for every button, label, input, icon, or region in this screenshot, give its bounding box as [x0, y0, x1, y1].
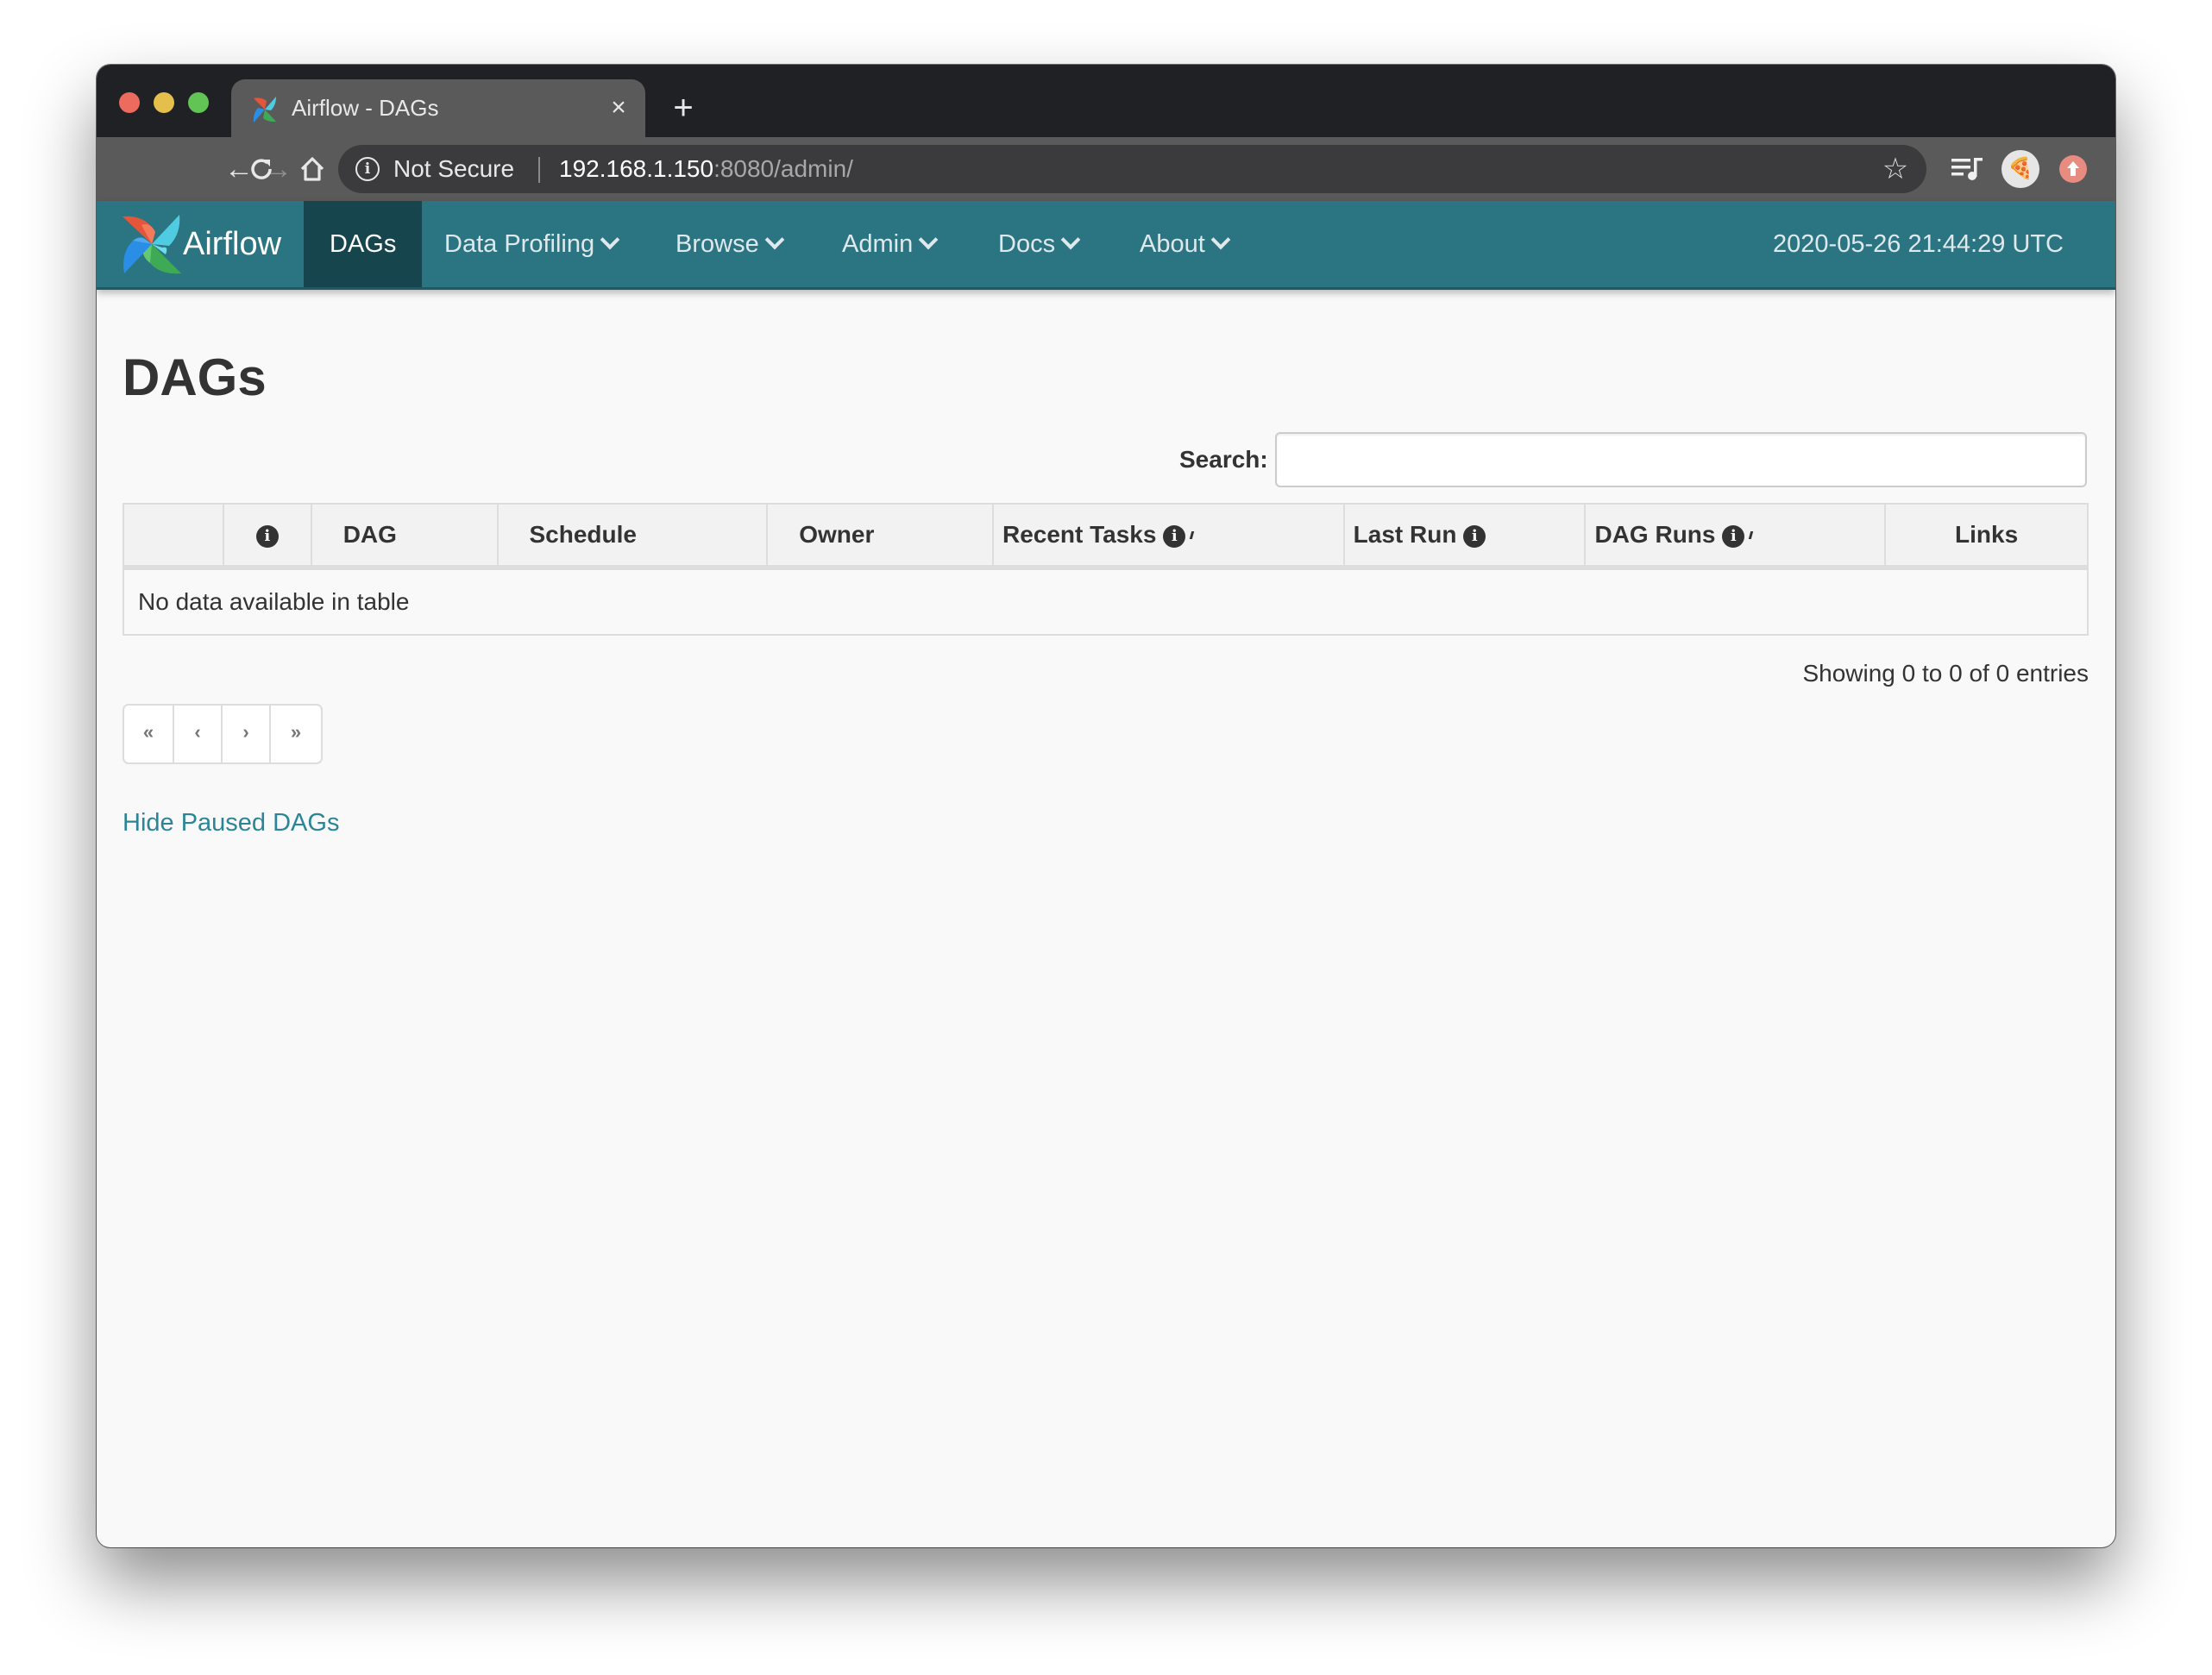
nav-dags[interactable]: DAGs [304, 201, 423, 287]
browser-tab-airflow-dags[interactable]: Airflow - DAGs × [231, 79, 645, 137]
nav-data-profiling-label: Data Profiling [444, 230, 595, 258]
table-header-row: i DAG Schedule Owner Recent Tasks i Last… [123, 503, 2089, 570]
airflow-navbar: Airflow DAGs Data Profiling Browse Admin… [97, 201, 2115, 290]
dags-table: i DAG Schedule Owner Recent Tasks i Last… [123, 503, 2089, 636]
table-summary: Showing 0 to 0 of 0 entries [1802, 660, 2089, 687]
column-header-dag-runs[interactable]: DAG Runs i [1584, 503, 1887, 570]
tab-title: Airflow - DAGs [292, 95, 439, 121]
column-header-toggle[interactable] [123, 503, 224, 570]
profile-avatar[interactable]: 🍕 [2001, 150, 2039, 188]
server-time: 2020-05-26 21:44:29 UTC [1773, 230, 2064, 258]
chevron-down-icon [1060, 229, 1081, 250]
info-icon[interactable]: i [1163, 525, 1186, 548]
url-text[interactable]: 192.168.1.150:8080/admin/ [559, 145, 853, 193]
omnibox-divider [538, 157, 540, 183]
airflow-pinwheel-icon [253, 97, 276, 122]
sort-indicator-icon [1749, 531, 1754, 539]
address-bar[interactable]: i Not Secure 192.168.1.150:8080/admin/ ☆ [338, 145, 1926, 193]
search-label: Search: [1179, 446, 1268, 473]
nav-admin-label: Admin [842, 230, 914, 258]
nav-dags-label: DAGs [330, 230, 397, 258]
reload-icon[interactable] [244, 152, 279, 186]
chevron-down-icon [764, 229, 785, 250]
bookmark-star-icon[interactable]: ☆ [1878, 152, 1913, 186]
nav-browse[interactable]: Browse [676, 201, 785, 287]
info-icon[interactable]: i [1722, 525, 1745, 548]
recent-tasks-label: Recent Tasks [1002, 521, 1157, 548]
nav-docs[interactable]: Docs [998, 201, 1081, 287]
security-status: Not Secure [393, 155, 515, 182]
pagination: « ‹ › » [123, 704, 323, 764]
close-window-button[interactable] [119, 92, 140, 113]
info-icon[interactable]: i [255, 525, 279, 548]
browser-window: Airflow - DAGs × + ← → i Not Secure 192.… [97, 65, 2115, 1547]
column-header-schedule[interactable]: Schedule [496, 503, 769, 570]
browser-toolbar: ← → i Not Secure 192.168.1.150:8080/admi… [97, 137, 2115, 201]
maximize-window-button[interactable] [188, 92, 209, 113]
next-page-button[interactable]: › [223, 706, 271, 762]
first-page-button[interactable]: « [124, 706, 174, 762]
hide-paused-dags-link[interactable]: Hide Paused DAGs [123, 807, 339, 838]
new-tab-button[interactable]: + [666, 91, 701, 125]
nav-docs-label: Docs [998, 230, 1056, 258]
search-input[interactable] [1275, 432, 2087, 487]
sort-indicator-icon [1190, 531, 1195, 539]
chevron-down-icon [600, 229, 620, 250]
update-icon[interactable] [2059, 155, 2087, 183]
column-header-owner[interactable]: Owner [766, 503, 994, 570]
column-header-info[interactable]: i [222, 503, 312, 570]
previous-page-button[interactable]: ‹ [174, 706, 223, 762]
url-path: :8080/admin/ [713, 155, 853, 182]
media-queue-icon[interactable] [1950, 151, 1988, 185]
home-icon[interactable] [295, 152, 330, 186]
empty-table-row: No data available in table [123, 567, 2089, 636]
airflow-logo-icon [123, 215, 181, 274]
brand-name: Airflow [183, 226, 282, 262]
info-icon[interactable]: i [1463, 525, 1486, 548]
column-header-last-run[interactable]: Last Run i [1342, 503, 1587, 570]
column-header-links[interactable]: Links [1884, 503, 2089, 570]
column-header-recent-tasks[interactable]: Recent Tasks i [991, 503, 1345, 570]
nav-about-label: About [1140, 230, 1205, 258]
minimize-window-button[interactable] [154, 92, 174, 113]
column-header-dag[interactable]: DAG [310, 503, 499, 570]
nav-data-profiling[interactable]: Data Profiling [444, 201, 620, 287]
nav-browse-label: Browse [676, 230, 759, 258]
nav-admin[interactable]: Admin [842, 201, 939, 287]
chevron-down-icon [1210, 229, 1231, 250]
empty-table-message: No data available in table [123, 567, 2089, 636]
chevron-down-icon [918, 229, 939, 250]
site-info-icon[interactable]: i [355, 157, 380, 181]
nav-about[interactable]: About [1140, 201, 1231, 287]
last-page-button[interactable]: » [271, 706, 321, 762]
page-title: DAGs [123, 348, 267, 406]
tab-strip: Airflow - DAGs × + [97, 65, 2115, 137]
last-run-label: Last Run [1353, 521, 1457, 548]
url-host: 192.168.1.150 [559, 155, 714, 182]
dag-runs-label: DAG Runs [1594, 521, 1716, 548]
close-tab-icon[interactable]: × [604, 93, 633, 122]
